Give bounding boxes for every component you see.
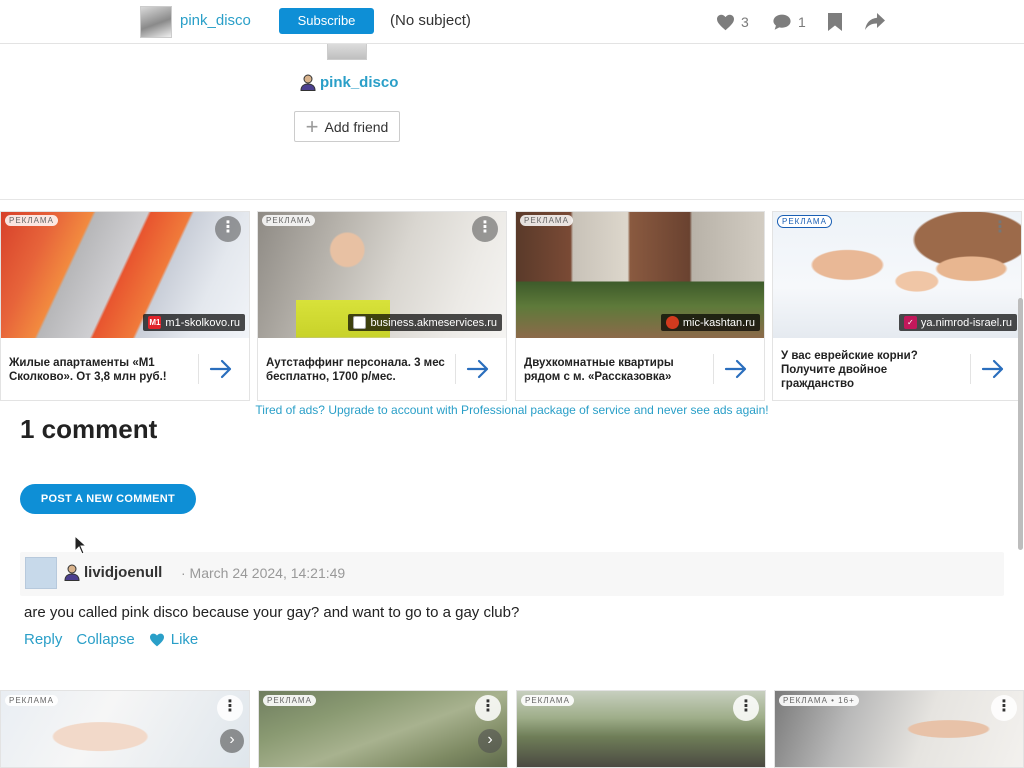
bookmark-button[interactable] — [828, 12, 842, 32]
comment-text: are you called pink disco because your g… — [24, 604, 520, 621]
subscribe-button[interactable]: Subscribe — [279, 8, 374, 34]
ad-label: РЕКЛАМА • 16+ — [779, 695, 859, 706]
profile-user-link[interactable]: pink_disco — [300, 74, 398, 91]
ad-label: РЕКЛАМА — [5, 695, 58, 706]
ad-card[interactable]: РЕКЛАМА ⋮ › — [258, 690, 508, 768]
comment-count: 1 — [798, 14, 806, 30]
ad-label: РЕКЛАМА — [521, 695, 574, 706]
ad-menu-icon[interactable]: ⋮ — [217, 695, 243, 721]
commenter-avatar[interactable] — [25, 557, 57, 589]
user-icon — [64, 564, 80, 581]
heart-icon — [717, 14, 734, 30]
ad-card[interactable]: РЕКЛАМА mic-kashtan.ru Двухкомнатные ква… — [515, 211, 765, 401]
ad-label: РЕКЛАМА — [777, 215, 832, 228]
ad-card[interactable]: РЕКЛАМА ⋮ M1 m1-skolkovo.ru Жилые апарта… — [0, 211, 250, 401]
share-button[interactable] — [865, 12, 885, 32]
comment-header: lividjoenull · March 24 2024, 14:21:49 — [20, 552, 1004, 596]
arrow-right-icon[interactable] — [209, 358, 233, 380]
ad-card[interactable]: РЕКЛАМА ⋮ business.akmeservices.ru Аутст… — [257, 211, 507, 401]
divider — [455, 354, 456, 384]
ad-title[interactable]: Жилые апартаменты «М1 Сколково». От 3,8 … — [9, 356, 189, 384]
ad-logo-icon — [353, 316, 367, 329]
user-icon — [300, 74, 316, 91]
comment-counter[interactable]: 1 — [772, 12, 806, 32]
comment-actions: Reply Collapse Like — [24, 631, 198, 648]
add-friend-button[interactable]: + Add friend — [294, 111, 400, 142]
ad-menu-icon[interactable]: ⋮ — [472, 216, 498, 242]
collapse-link[interactable]: Collapse — [76, 631, 134, 648]
comment-icon — [773, 14, 791, 30]
ad-menu-icon[interactable]: ⋮ — [987, 216, 1013, 242]
add-friend-label: Add friend — [324, 118, 389, 135]
ad-card[interactable]: РЕКЛАМА ⋮ › — [0, 690, 250, 768]
arrow-right-icon[interactable] — [981, 358, 1005, 380]
post-subject: (No subject) — [390, 12, 471, 29]
like-link[interactable]: Like — [149, 631, 198, 648]
like-counter[interactable]: 3 — [716, 12, 749, 32]
author-username[interactable]: pink_disco — [180, 12, 251, 29]
ad-domain[interactable]: M1 m1-skolkovo.ru — [143, 314, 245, 331]
ad-label: РЕКЛАМА — [262, 215, 315, 226]
ad-label: РЕКЛАМА — [520, 215, 573, 226]
top-bar: pink_disco Subscribe (No subject) 3 1 — [0, 0, 1024, 44]
ad-menu-icon[interactable]: ⋮ — [991, 695, 1017, 721]
ad-domain[interactable]: ✓ ya.nimrod-israel.ru — [898, 314, 1017, 331]
post-comment-button[interactable]: POST A NEW COMMENT — [20, 484, 196, 514]
ad-domain[interactable]: business.akmeservices.ru — [348, 314, 502, 331]
commenter-username: lividjoenull — [84, 564, 163, 581]
arrow-right-icon[interactable] — [724, 358, 748, 380]
ad-card[interactable]: РЕКЛАМА • 16+ ⋮ — [774, 690, 1024, 768]
divider — [970, 354, 971, 384]
comment-date[interactable]: · March 24 2024, 14:21:49 — [181, 565, 345, 581]
ad-logo-icon: ✓ — [903, 316, 917, 329]
ad-logo-icon: M1 — [148, 316, 162, 329]
profile-username: pink_disco — [320, 74, 399, 91]
ad-logo-icon — [665, 316, 679, 329]
heart-icon — [149, 633, 164, 646]
ad-menu-icon[interactable]: ⋮ — [733, 695, 759, 721]
ad-title[interactable]: Двухкомнатные квартиры рядом с м. «Расск… — [524, 356, 704, 384]
mouse-cursor-icon — [74, 535, 88, 555]
commenter-link[interactable]: lividjoenull — [64, 564, 162, 581]
ad-card[interactable]: РЕКЛАМА ⋮ ✓ ya.nimrod-israel.ru У вас ев… — [772, 211, 1022, 401]
divider — [713, 354, 714, 384]
like-count: 3 — [741, 14, 749, 30]
author-avatar[interactable] — [140, 6, 172, 38]
divider — [0, 199, 1024, 200]
divider — [198, 354, 199, 384]
profile-avatar[interactable] — [327, 44, 367, 60]
plus-icon: + — [305, 113, 319, 139]
ad-domain[interactable]: mic-kashtan.ru — [660, 314, 760, 331]
arrow-right-icon[interactable] — [466, 358, 490, 380]
chevron-right-icon[interactable]: › — [478, 729, 502, 753]
share-icon — [865, 13, 885, 30]
ad-label: РЕКЛАМА — [263, 695, 316, 706]
chevron-right-icon[interactable]: › — [220, 729, 244, 753]
comments-heading: 1 comment — [20, 414, 158, 444]
ad-title[interactable]: Аутстаффинг персонала. 3 мес бесплатно, … — [266, 356, 446, 384]
ad-menu-icon[interactable]: ⋮ — [215, 216, 241, 242]
ad-title[interactable]: У вас еврейские корни? Получите двойное … — [781, 349, 961, 391]
ad-label: РЕКЛАМА — [5, 215, 58, 226]
bookmark-icon — [828, 13, 842, 31]
ad-card[interactable]: РЕКЛАМА ⋮ — [516, 690, 766, 768]
reply-link[interactable]: Reply — [24, 631, 62, 648]
scrollbar[interactable] — [1018, 298, 1023, 550]
ad-menu-icon[interactable]: ⋮ — [475, 695, 501, 721]
